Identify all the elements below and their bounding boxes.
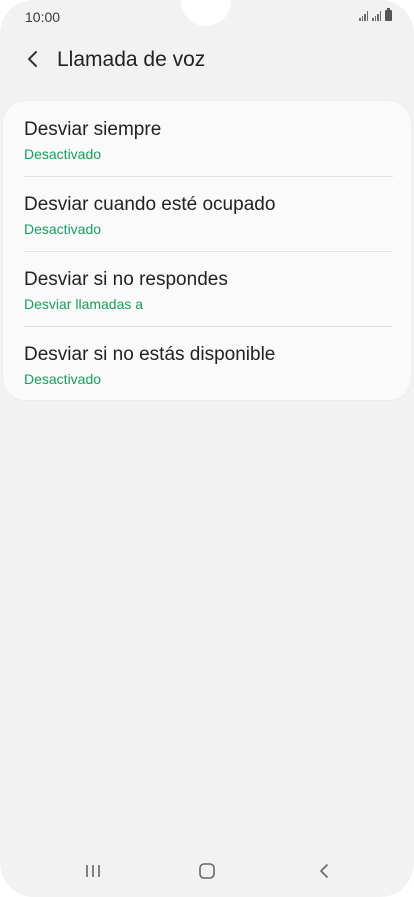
setting-status: Desactivado [24, 371, 102, 387]
recent-apps-icon[interactable] [78, 859, 108, 883]
app-bar: Llamada de voz [0, 38, 414, 84]
setting-item-always[interactable]: Desviar siempre Desactivado [24, 101, 393, 176]
navigation-bar [0, 847, 414, 897]
setting-title: Desviar si no estás disponible [24, 344, 276, 365]
battery-icon [385, 8, 392, 21]
camera-notch [181, 0, 231, 26]
signal-icon-2 [372, 11, 381, 21]
setting-item-busy[interactable]: Desviar cuando esté ocupado Desactivado [24, 176, 393, 251]
page-title: Llamada de voz [57, 48, 206, 71]
back-icon[interactable] [309, 859, 339, 883]
call-forwarding-card: Desviar siempre Desactivado Desviar cuan… [3, 101, 411, 400]
setting-status: Desactivado [24, 146, 102, 162]
phone-screen: 10:00 Llamada de voz Desviar siempre Des… [0, 0, 414, 897]
setting-status: Desviar llamadas a [24, 296, 144, 312]
setting-title: Desviar si no respondes [24, 269, 228, 290]
home-icon[interactable] [192, 859, 222, 883]
status-bar: 10:00 [0, 0, 414, 34]
setting-item-no-answer[interactable]: Desviar si no respondes Desviar llamadas… [24, 251, 393, 326]
setting-item-unreachable[interactable]: Desviar si no estás disponible Desactiva… [24, 326, 393, 401]
signal-icon [359, 11, 368, 21]
status-icons [359, 8, 392, 21]
setting-title: Desviar cuando esté ocupado [24, 194, 276, 215]
status-time: 10:00 [25, 9, 61, 25]
setting-status: Desactivado [24, 221, 102, 237]
setting-title: Desviar siempre [24, 119, 162, 140]
back-arrow-icon[interactable] [22, 48, 44, 70]
